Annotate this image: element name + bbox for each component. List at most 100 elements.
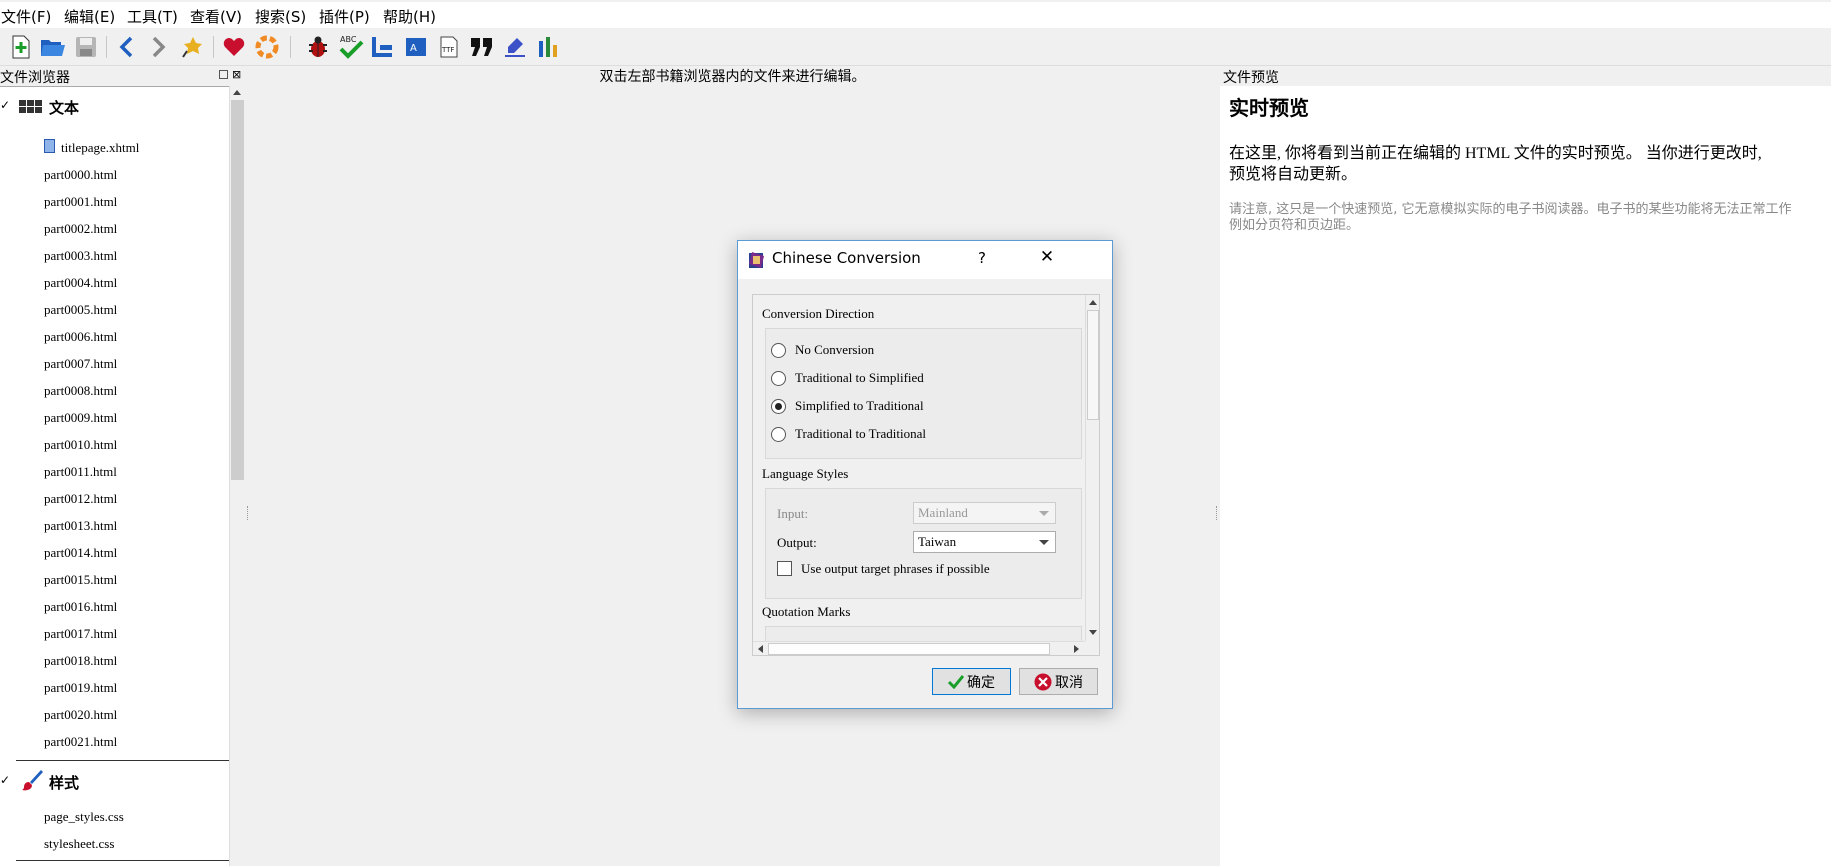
toc-icon[interactable]: A <box>403 34 429 60</box>
scrollbar-thumb[interactable] <box>768 643 1050 655</box>
expand-chevron-icon[interactable]: ✓ <box>0 98 10 112</box>
back-icon[interactable] <box>113 34 139 60</box>
help-button[interactable]: ? <box>978 249 986 267</box>
ok-button[interactable]: 确定 <box>932 668 1011 695</box>
text-section-icon <box>19 100 42 113</box>
radio-label[interactable]: Traditional to Traditional <box>795 426 926 442</box>
menu-search[interactable]: 搜索(S) <box>255 6 306 27</box>
file-item[interactable]: part0003.html <box>44 248 117 264</box>
file-item[interactable]: part0014.html <box>44 545 117 561</box>
scrollbar-thumb[interactable] <box>1087 310 1099 420</box>
file-item[interactable]: part0000.html <box>44 167 117 183</box>
scroll-up-arrow-icon[interactable] <box>233 90 241 95</box>
splitter-handle[interactable] <box>247 506 249 520</box>
section-divider <box>16 760 229 761</box>
radio-traditional-to-simplified[interactable] <box>771 371 786 386</box>
checkmark-icon <box>948 674 964 689</box>
options-scrollbar-horizontal[interactable] <box>753 641 1085 655</box>
file-item[interactable]: part0007.html <box>44 356 117 372</box>
file-item[interactable]: part0006.html <box>44 329 117 345</box>
expand-chevron-icon[interactable]: ✓ <box>0 773 10 787</box>
float-panel-icon[interactable] <box>219 70 228 79</box>
quote-icon[interactable] <box>469 34 495 60</box>
file-item[interactable]: part0012.html <box>44 491 117 507</box>
radio-simplified-to-traditional[interactable] <box>771 399 786 414</box>
use-phrases-label[interactable]: Use output target phrases if possible <box>801 561 990 577</box>
forward-icon[interactable] <box>146 34 172 60</box>
stats-icon[interactable] <box>535 34 561 60</box>
cancel-button-label: 取消 <box>1055 674 1083 691</box>
dropdown-arrow-icon <box>1039 511 1049 516</box>
font-icon[interactable]: TTF <box>436 34 462 60</box>
scroll-down-arrow-icon[interactable] <box>1089 630 1097 635</box>
cancel-button[interactable]: 取消 <box>1019 668 1098 695</box>
output-style-select[interactable]: Taiwan <box>913 531 1056 553</box>
file-item[interactable]: part0002.html <box>44 221 117 237</box>
menu-plugins[interactable]: 插件(P) <box>319 6 370 27</box>
radio-label[interactable]: Traditional to Simplified <box>795 370 924 386</box>
menu-view[interactable]: 查看(V) <box>190 6 242 27</box>
file-item[interactable]: part0015.html <box>44 572 117 588</box>
file-item[interactable]: part0016.html <box>44 599 117 615</box>
menu-edit[interactable]: 编辑(E) <box>64 6 115 27</box>
app-icon <box>749 252 764 268</box>
radio-label[interactable]: Simplified to Traditional <box>795 398 924 414</box>
output-style-value: Taiwan <box>918 534 957 549</box>
options-scrollbar-vertical[interactable] <box>1085 295 1099 641</box>
file-item[interactable]: part0019.html <box>44 680 117 696</box>
radio-traditional-to-traditional[interactable] <box>771 427 786 442</box>
file-item[interactable]: part0018.html <box>44 653 117 669</box>
output-label: Output: <box>777 535 817 550</box>
section-styles[interactable]: ✓ 样式 <box>0 763 229 803</box>
file-item[interactable]: part0009.html <box>44 410 117 426</box>
lifebuoy-icon[interactable] <box>254 34 280 60</box>
menu-tools[interactable]: 工具(T) <box>127 6 178 27</box>
file-item[interactable]: part0013.html <box>44 518 117 534</box>
radio-label[interactable]: No Conversion <box>795 342 874 358</box>
spellcheck-icon[interactable]: ABC <box>338 34 364 60</box>
cancel-icon <box>1034 673 1052 690</box>
checkpoint-icon[interactable] <box>180 34 206 60</box>
file-item[interactable]: part0011.html <box>44 464 117 480</box>
menu-help[interactable]: 帮助(H) <box>383 6 436 27</box>
open-book-icon[interactable] <box>40 34 66 60</box>
new-file-icon[interactable] <box>8 34 34 60</box>
bug-icon[interactable] <box>305 34 331 60</box>
close-panel-icon[interactable]: ⊠ <box>232 68 241 81</box>
chinese-conversion-dialog: Chinese Conversion ? ✕ Conversion Direct… <box>737 240 1113 709</box>
file-item[interactable]: stylesheet.css <box>44 836 114 852</box>
file-tree-scrollbar[interactable] <box>229 86 245 866</box>
use-phrases-checkbox[interactable] <box>777 561 792 576</box>
file-item-titlepage[interactable]: titlepage.xhtml <box>61 140 139 156</box>
preview-heading: 实时预览 <box>1229 98 1309 120</box>
scroll-right-arrow-icon[interactable] <box>1074 645 1079 653</box>
language-styles-label: Language Styles <box>762 466 849 481</box>
heart-icon[interactable] <box>221 34 247 60</box>
scrollbar-thumb[interactable] <box>231 100 244 480</box>
scroll-left-arrow-icon[interactable] <box>758 645 763 653</box>
file-item[interactable]: part0005.html <box>44 302 117 318</box>
file-item[interactable]: part0010.html <box>44 437 117 453</box>
splitter-handle[interactable] <box>1216 506 1218 520</box>
close-button[interactable]: ✕ <box>1022 247 1072 267</box>
menu-file[interactable]: 文件(F) <box>1 6 51 27</box>
file-item[interactable]: part0020.html <box>44 707 117 723</box>
file-item[interactable]: part0004.html <box>44 275 117 291</box>
file-item[interactable]: page_styles.css <box>44 809 124 825</box>
radio-no-conversion[interactable] <box>771 343 786 358</box>
input-style-value: Mainland <box>918 505 968 520</box>
section-text-label: 文本 <box>49 99 80 117</box>
conversion-direction-label: Conversion Direction <box>762 306 875 321</box>
save-icon[interactable] <box>73 34 99 60</box>
toolbar: ABC A TTF <box>0 28 1831 66</box>
file-item[interactable]: part0017.html <box>44 626 117 642</box>
section-styles-label: 样式 <box>49 774 80 792</box>
file-item[interactable]: part0021.html <box>44 734 117 750</box>
reports-icon[interactable] <box>370 34 396 60</box>
preview-panel: 实时预览 在这里, 你将看到当前正在编辑的 HTML 文件的实时预览。 当你进行… <box>1220 86 1831 866</box>
section-text[interactable]: ✓ 文本 <box>0 87 229 127</box>
file-item[interactable]: part0008.html <box>44 383 117 399</box>
edit-clear-icon[interactable] <box>502 34 528 60</box>
scroll-up-arrow-icon[interactable] <box>1089 300 1097 305</box>
file-item[interactable]: part0001.html <box>44 194 117 210</box>
